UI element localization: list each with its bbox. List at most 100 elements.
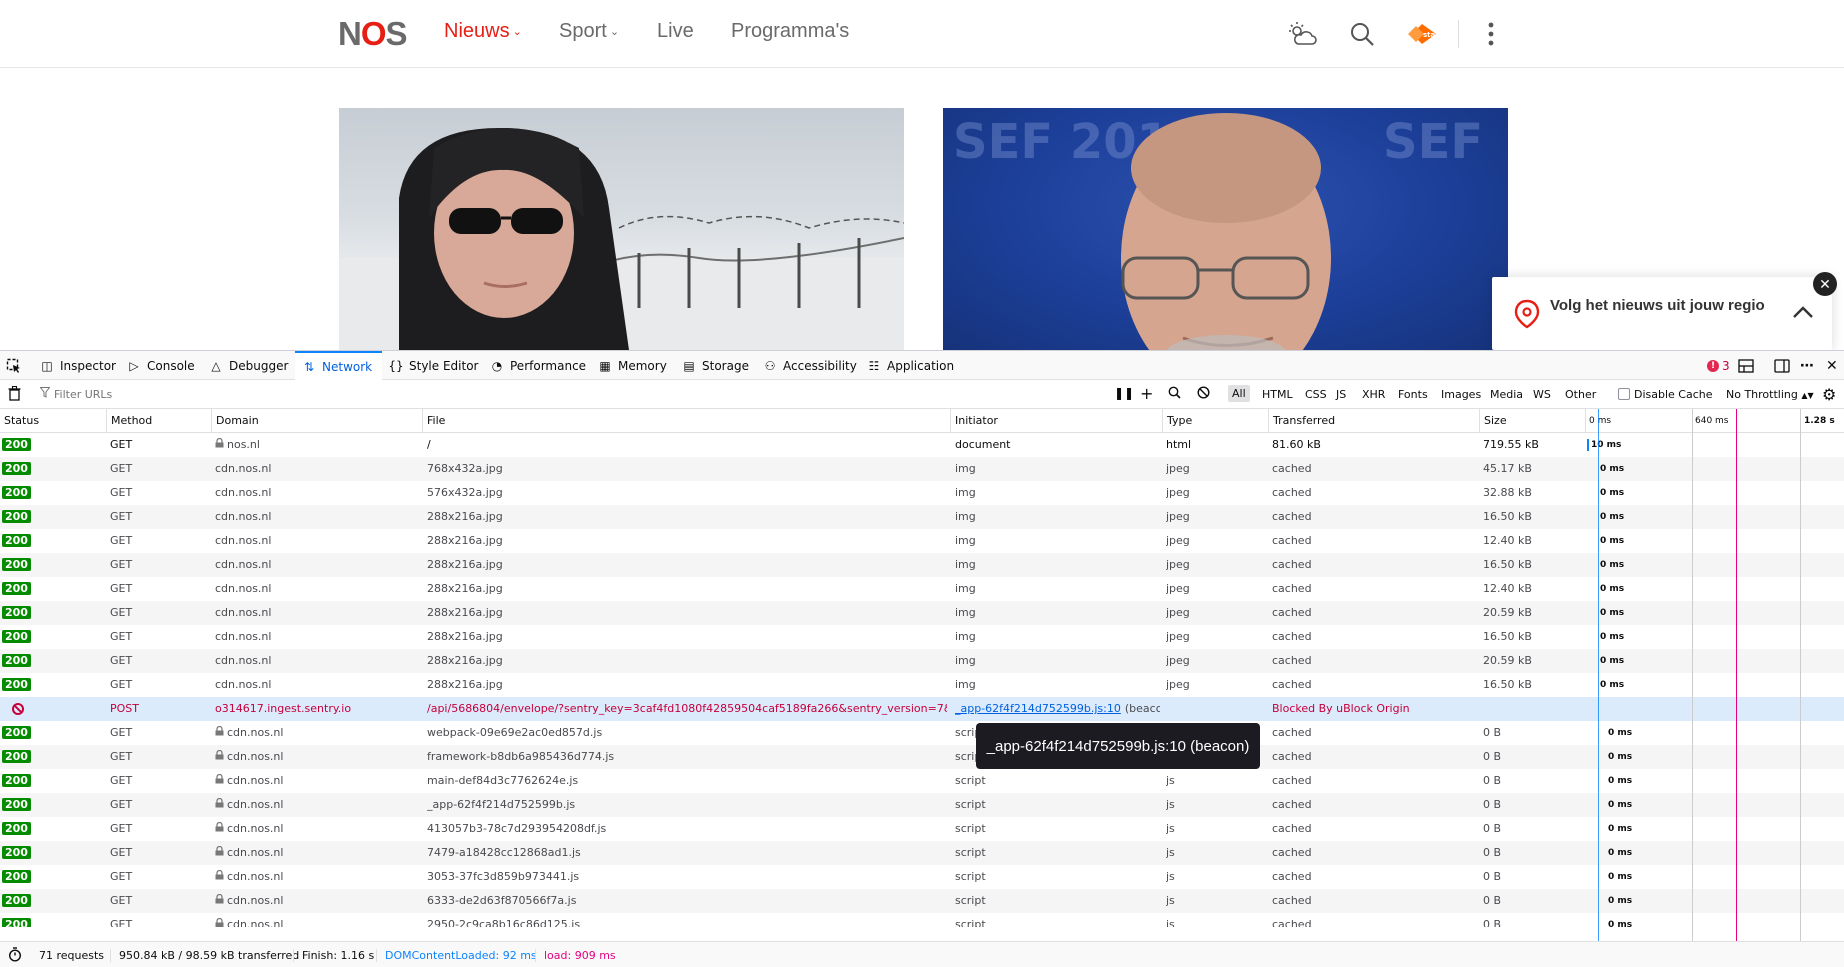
file-cell: 288x216a.jpg [427,630,503,643]
filter-type-fonts[interactable]: Fonts [1398,388,1428,401]
request-row[interactable]: 200 GET cdn.nos.nl 288x216a.jpg img jpeg cache… [0,649,1844,673]
request-row[interactable]: 200 GET cdn.nos.nl 288x216a.jpg img jpeg cache… [0,553,1844,577]
request-row[interactable]: 200 GET cdn.nos.nl 2950-2c9ca8b16c86d125.js… [0,913,1844,927]
filter-type-css[interactable]: CSS [1305,388,1327,401]
tab-storage[interactable]: ▤ Storage [682,351,749,380]
nav-programmas[interactable]: Programma's [731,20,849,43]
tab-accessibility[interactable]: ⚇ Accessibility [763,351,857,380]
file-cell: 288x216a.jpg [427,606,503,619]
domain-cell: cdn.nos.nl [215,769,420,793]
filter-type-html[interactable]: HTML [1262,388,1293,401]
filter-type-js[interactable]: JS [1336,388,1346,401]
status-cell: 200 [2,721,102,745]
tab-inspector[interactable]: ◫ Inspector [40,351,116,380]
nav-live[interactable]: Live [657,20,694,43]
block-icon[interactable] [1197,386,1210,402]
close-icon[interactable]: ✕ [1813,272,1837,296]
col-type[interactable]: Type [1162,409,1192,433]
pause-icon[interactable]: ❚❚ [1114,386,1134,400]
tab-performance[interactable]: ◔ Performance [490,351,586,380]
stopwatch-icon[interactable] [8,947,22,965]
split-console-icon[interactable] [1738,351,1754,380]
chevron-up-icon[interactable] [1792,305,1814,319]
pick-element-icon[interactable] [6,351,28,380]
request-row[interactable]: 200 GET cdn.nos.nl 6333-de2d63f870566f7a.js… [0,889,1844,913]
request-row[interactable]: POST o314617.ingest.sentry.io/api/5686804… [0,697,1844,721]
col-status[interactable]: Status [0,409,39,433]
filter-type-other[interactable]: Other [1565,388,1596,401]
col-file[interactable]: File [422,409,445,433]
transferred-cell: 81.60 kB [1272,438,1321,451]
transferred-cell: cached [1272,870,1312,883]
type-cell: js [1166,894,1175,907]
filter-type-images[interactable]: Images [1441,388,1481,401]
trash-icon[interactable] [8,385,21,404]
request-row[interactable]: 200 GET cdn.nos.nl 3053-37fc3d859b973441.js… [0,865,1844,889]
request-row[interactable]: 200 GET cdn.nos.nl _app-62f4f214d752599b.js… [0,793,1844,817]
col-method[interactable]: Method [106,409,152,433]
filter-type-all[interactable]: All [1228,385,1250,402]
disable-cache-checkbox[interactable] [1618,388,1630,400]
waterfall-gridline [1800,409,1801,941]
search-icon[interactable] [1344,17,1380,51]
article-image-woman[interactable] [339,108,904,350]
weather-icon[interactable] [1284,17,1320,51]
tab-debugger[interactable]: △ Debugger [209,351,288,380]
tab-console[interactable]: ▷ Console [127,351,194,380]
transferred-cell: cached [1272,774,1312,787]
filter-type-xhr[interactable]: XHR [1362,388,1385,401]
request-row[interactable]: 200 GET cdn.nos.nl 7479-a18428cc12868ad1.js… [0,841,1844,865]
request-row[interactable]: 200 GET cdn.nos.nl webpack-09e69e2ac0ed857d… [0,721,1844,745]
dock-side-icon[interactable] [1774,351,1790,380]
initiator-link[interactable]: _app-62f4f214d752599b.js:10 [955,702,1121,715]
close-devtools-icon[interactable]: ✕ [1826,351,1838,380]
transferred-cell: cached [1272,654,1312,667]
request-row[interactable]: 200 GET cdn.nos.nl 288x216a.jpg img jpeg cache… [0,505,1844,529]
npo-start-icon[interactable]: start [1406,17,1442,51]
request-row[interactable]: 200 GET nos.nl / document html 81.60 kB 719.55 … [0,433,1844,457]
col-size[interactable]: Size [1479,409,1507,433]
filter-type-media[interactable]: Media [1490,388,1523,401]
request-row[interactable]: 200 GET cdn.nos.nl 576x432a.jpg img jpeg cache… [0,481,1844,505]
devtools-panel: ◫ Inspector ▷ Console △ Debugger ⇅ Network {… [0,350,1844,967]
filter-urls-input[interactable] [54,385,354,403]
initiator-cell: img [955,462,976,475]
request-row[interactable]: 200 GET cdn.nos.nl 768x432a.jpg img jpeg cache… [0,457,1844,481]
nav-nieuws[interactable]: Nieuws ⌄ [444,20,522,43]
tab-style-editor[interactable]: {} Style Editor [388,351,478,380]
col-transferred[interactable]: Transferred [1268,409,1335,433]
col-domain[interactable]: Domain [211,409,259,433]
tab-network[interactable]: ⇅ Network [295,351,383,380]
search-icon[interactable] [1168,386,1181,402]
request-row[interactable]: 200 GET cdn.nos.nl 288x216a.jpg img jpeg cache… [0,577,1844,601]
request-row[interactable]: 200 GET cdn.nos.nl 288x216a.jpg img jpeg cache… [0,625,1844,649]
nos-logo[interactable]: NOS [338,15,408,53]
request-row[interactable]: 200 GET cdn.nos.nl main-def84d3c7762624e.js… [0,769,1844,793]
more-vertical-icon[interactable] [1473,17,1509,51]
request-row[interactable]: 200 GET cdn.nos.nl 288x216a.jpg img jpeg cache… [0,529,1844,553]
error-count-badge[interactable]: ! 3 [1707,351,1730,380]
col-initiator[interactable]: Initiator [950,409,998,433]
size-cell: 0 B [1483,798,1502,811]
tab-application[interactable]: ☷ Application [867,351,954,380]
size-cell: 0 B [1483,726,1502,739]
article-image-man[interactable]: SEF 2015 SEF [943,108,1508,350]
request-row[interactable]: 200 GET cdn.nos.nl framework-b8db6a985436d7… [0,745,1844,769]
more-options-icon[interactable]: ⋯ [1800,351,1814,380]
col-waterfall[interactable]: 0 ms 640 ms 1.28 s [1585,409,1844,433]
request-row[interactable]: 200 GET cdn.nos.nl 288x216a.jpg img jpeg cache… [0,673,1844,697]
request-row[interactable]: 200 GET cdn.nos.nl 288x216a.jpg img jpeg cache… [0,601,1844,625]
domain-cell: o314617.ingest.sentry.io [215,697,420,721]
region-popup[interactable]: Volg het nieuws uit jouw regio [1492,277,1832,350]
type-cell: js [1166,774,1175,787]
gear-icon[interactable]: ⚙ [1822,385,1836,404]
tab-memory[interactable]: ▦ Memory [598,351,666,380]
lock-icon [215,889,225,913]
add-icon[interactable]: + [1140,384,1153,403]
status-cell: 200 [2,889,102,913]
nav-sport[interactable]: Sport ⌄ [559,20,619,43]
throttling-select[interactable]: No Throttling ▲▼ [1726,388,1814,401]
filter-type-ws[interactable]: WS [1533,388,1551,401]
request-row[interactable]: 200 GET cdn.nos.nl 413057b3-78c7d293954208d… [0,817,1844,841]
transferred-cell: cached [1272,726,1312,739]
